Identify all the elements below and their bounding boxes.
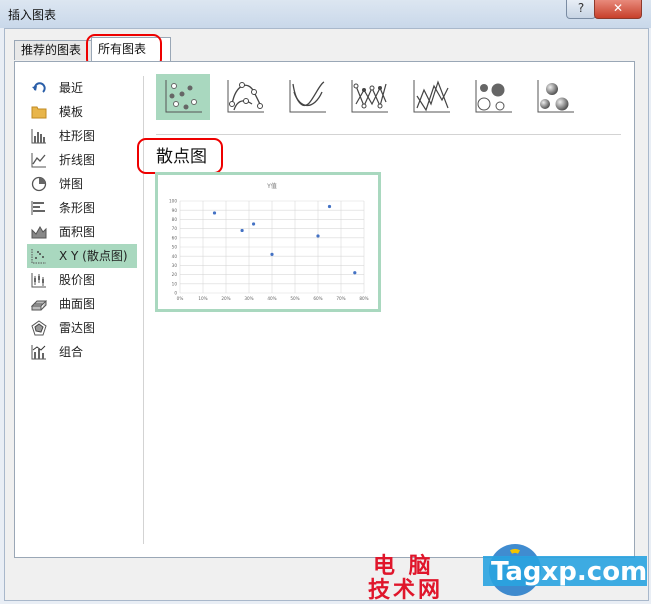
x-tick-label: 20% bbox=[221, 296, 230, 301]
sidebar-item-label: 柱形图 bbox=[59, 129, 96, 143]
radar-chart-icon bbox=[31, 320, 47, 336]
subtype-scatter-straight-lines-markers[interactable] bbox=[342, 74, 396, 120]
sidebar-item-label: 雷达图 bbox=[59, 321, 96, 335]
sidebar-item-label: 组合 bbox=[59, 345, 84, 359]
sidebar-item-label: 条形图 bbox=[59, 201, 96, 215]
scatter-smooth-lines-icon bbox=[289, 80, 326, 113]
y-tick-label: 70 bbox=[172, 226, 178, 231]
scatter-preview-chart: Y值 0 10 20 30 40 50 60 70 80 90 100 0% 10% 20% 30% 40% 50… bbox=[169, 182, 369, 301]
subtype-divider bbox=[156, 134, 621, 135]
scatter-icon bbox=[165, 80, 202, 113]
sidebar-item-pie[interactable]: 饼图 bbox=[27, 172, 137, 196]
sidebar-item-bar[interactable]: 条形图 bbox=[27, 196, 137, 220]
bar-chart-icon bbox=[31, 201, 45, 215]
bubble-3d-icon bbox=[537, 80, 574, 113]
y-tick-label: 10 bbox=[172, 281, 178, 286]
subtype-bubble[interactable] bbox=[466, 74, 520, 120]
sidebar-item-column[interactable]: 柱形图 bbox=[27, 124, 137, 148]
scatter-point bbox=[270, 252, 274, 256]
sidebar-item-surface[interactable]: 曲面图 bbox=[27, 292, 137, 316]
subtype-scatter-smooth-lines[interactable] bbox=[280, 74, 334, 120]
pie-chart-icon bbox=[31, 176, 47, 192]
y-tick-label: 40 bbox=[172, 254, 178, 259]
area-chart-icon bbox=[31, 226, 47, 239]
y-tick-label: 80 bbox=[172, 217, 178, 222]
y-tick-label: 90 bbox=[172, 208, 178, 213]
sidebar-item-stock[interactable]: 股价图 bbox=[27, 268, 137, 292]
sidebar-item-label: 折线图 bbox=[59, 153, 96, 167]
combo-chart-icon bbox=[31, 345, 46, 360]
sidebar-item-xy-scatter[interactable]: X Y (散点图) bbox=[27, 244, 137, 268]
sidebar-item-area[interactable]: 面积图 bbox=[27, 220, 137, 244]
watermark-logo: Tagxp.com bbox=[483, 544, 647, 596]
sidebar-divider bbox=[143, 76, 144, 544]
scatter-chart-icon bbox=[31, 249, 46, 264]
sidebar-item-line[interactable]: 折线图 bbox=[27, 148, 137, 172]
scatter-straight-lines-markers-icon bbox=[351, 80, 388, 113]
column-chart-icon bbox=[31, 129, 46, 144]
chart-type-list: 最近 模板 柱形图 折线图 饼图 条形图 面积图 X Y (散点图) 股价图 曲… bbox=[27, 76, 137, 364]
x-tick-label: 10% bbox=[198, 296, 207, 301]
sidebar-item-combo[interactable]: 组合 bbox=[27, 340, 137, 364]
subtype-scatter[interactable] bbox=[156, 74, 210, 120]
tab-all-charts[interactable]: 所有图表 bbox=[91, 37, 171, 62]
folder-icon bbox=[31, 106, 47, 119]
subtype-scatter-smooth-lines-markers[interactable] bbox=[218, 74, 272, 120]
chart-preview[interactable]: Y值 0 10 20 30 40 50 60 70 80 90 100 0% 10% 20% 30% 40% 50… bbox=[155, 172, 381, 312]
scatter-straight-lines-icon bbox=[413, 80, 450, 113]
scatter-smooth-lines-markers-icon bbox=[227, 80, 264, 113]
stock-chart-icon bbox=[31, 273, 46, 288]
sidebar-item-label: 最近 bbox=[59, 81, 84, 95]
close-button[interactable]: ✕ bbox=[594, 0, 642, 19]
sidebar-item-label: 面积图 bbox=[59, 225, 96, 239]
x-tick-label: 50% bbox=[290, 296, 299, 301]
watermark-line2: 技术网 bbox=[368, 578, 444, 603]
title-bar: 插入图表 ? ✕ bbox=[0, 0, 651, 28]
scatter-point bbox=[252, 222, 256, 226]
sidebar-item-label: X Y (散点图) bbox=[59, 249, 128, 263]
scatter-point bbox=[212, 211, 217, 215]
chart-title: Y值 bbox=[266, 182, 277, 190]
dialog-title: 插入图表 bbox=[8, 8, 57, 22]
sidebar-item-templates[interactable]: 模板 bbox=[27, 100, 137, 124]
sidebar-item-recent[interactable]: 最近 bbox=[27, 76, 137, 100]
x-tick-label: 0% bbox=[177, 296, 184, 301]
y-tick-label: 0 bbox=[174, 291, 177, 296]
line-chart-icon bbox=[31, 153, 46, 168]
sidebar-item-label: 饼图 bbox=[59, 177, 84, 191]
y-tick-label: 50 bbox=[172, 245, 178, 250]
x-tick-label: 60% bbox=[313, 296, 322, 301]
undo-arrow-icon bbox=[32, 82, 46, 93]
y-tick-label: 60 bbox=[172, 235, 178, 240]
help-button[interactable]: ? bbox=[566, 0, 596, 19]
watermark-brand: Tagxp.com bbox=[491, 557, 647, 587]
section-title: 散点图 bbox=[156, 147, 207, 167]
x-tick-label: 40% bbox=[267, 296, 276, 301]
scatter-point bbox=[327, 204, 332, 209]
sidebar-item-label: 股价图 bbox=[59, 273, 96, 287]
sidebar-item-label: 曲面图 bbox=[59, 297, 96, 311]
sidebar-item-radar[interactable]: 雷达图 bbox=[27, 316, 137, 340]
subtype-scatter-straight-lines[interactable] bbox=[404, 74, 458, 120]
all-charts-panel: 最近 模板 柱形图 折线图 饼图 条形图 面积图 X Y (散点图) 股价图 曲… bbox=[14, 61, 635, 558]
scatter-point bbox=[316, 234, 320, 238]
y-tick-label: 100 bbox=[169, 199, 177, 204]
x-tick-label: 80% bbox=[359, 296, 368, 301]
y-tick-label: 30 bbox=[172, 263, 178, 268]
scatter-point bbox=[353, 271, 357, 275]
bubble-icon bbox=[475, 80, 512, 113]
sidebar-item-label: 模板 bbox=[59, 105, 84, 119]
y-tick-label: 20 bbox=[172, 272, 178, 277]
x-tick-label: 70% bbox=[336, 296, 345, 301]
surface-chart-icon bbox=[31, 300, 47, 311]
subtype-bubble-3d[interactable] bbox=[528, 74, 582, 120]
insert-chart-dialog: 推荐的图表 所有图表 最近 模板 柱形图 折线图 饼图 条形图 面积图 X Y … bbox=[4, 28, 649, 601]
scatter-point bbox=[240, 228, 244, 233]
x-tick-label: 30% bbox=[244, 296, 253, 301]
